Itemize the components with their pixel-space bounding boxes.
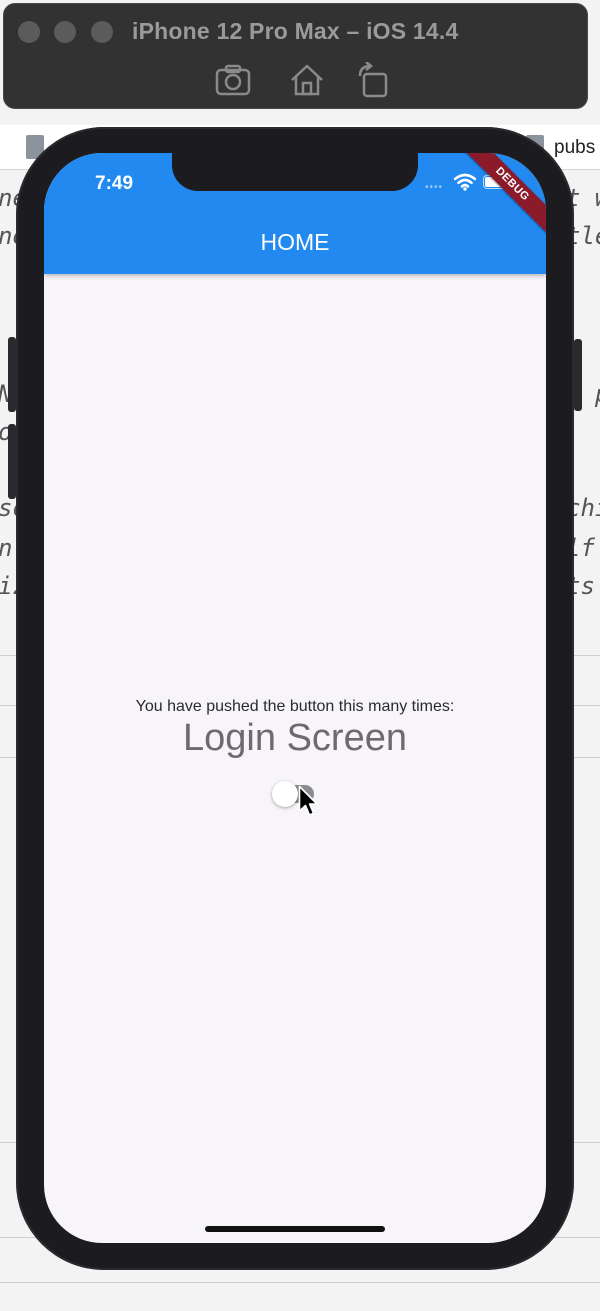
minimize-window-button[interactable] bbox=[54, 21, 76, 43]
screenshot-icon[interactable] bbox=[214, 62, 252, 98]
divider bbox=[0, 1282, 600, 1283]
phone-screen: 7:49 •••• HOME DEBUG You have pushed the… bbox=[44, 153, 546, 1243]
home-icon[interactable] bbox=[288, 62, 326, 98]
power-button bbox=[574, 339, 582, 411]
simulator-titlebar: iPhone 12 Pro Max – iOS 14.4 bbox=[3, 3, 588, 109]
screen-heading: Login Screen bbox=[183, 717, 407, 759]
status-time: 7:49 bbox=[95, 173, 134, 194]
wifi-icon bbox=[454, 173, 476, 191]
debug-banner: DEBUG bbox=[455, 153, 546, 241]
code-line: n bbox=[0, 534, 12, 562]
page-title: HOME bbox=[260, 229, 330, 255]
toggle-thumb bbox=[272, 781, 298, 807]
notch bbox=[172, 153, 418, 191]
editor-tab-label[interactable]: pubs bbox=[554, 137, 595, 159]
signal-dots: •••• bbox=[425, 182, 444, 193]
simulator-title: iPhone 12 Pro Max – iOS 14.4 bbox=[132, 18, 459, 44]
close-window-button[interactable] bbox=[18, 21, 40, 43]
rotate-icon[interactable] bbox=[356, 62, 394, 98]
home-indicator[interactable] bbox=[205, 1226, 385, 1232]
zoom-window-button[interactable] bbox=[91, 21, 113, 43]
volume-down-button bbox=[8, 424, 16, 499]
volume-up-button bbox=[8, 337, 16, 412]
counter-label: You have pushed the button this many tim… bbox=[135, 698, 455, 715]
mouse-cursor-icon bbox=[298, 785, 318, 816]
